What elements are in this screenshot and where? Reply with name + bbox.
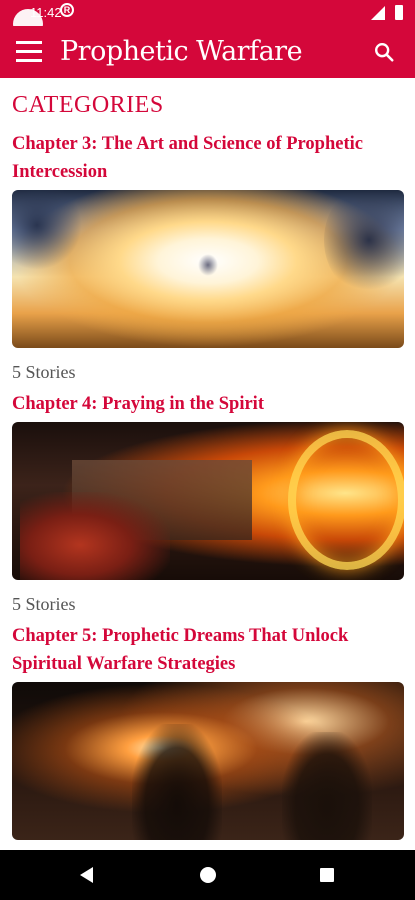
recents-icon[interactable] [320, 868, 334, 882]
back-icon[interactable] [80, 867, 93, 883]
chapter-title[interactable]: Chapter 5: Prophetic Dreams That Unlock … [12, 622, 402, 678]
chapter-thumbnail[interactable] [12, 422, 404, 580]
category-list[interactable]: CATEGORIES Chapter 3: The Art and Scienc… [0, 78, 415, 850]
story-count: 5 Stories [12, 362, 76, 382]
story-count: 5 Stories [12, 594, 76, 614]
chapter-title[interactable]: Chapter 4: Praying in the Spirit [12, 390, 402, 418]
chapter-thumbnail[interactable] [12, 682, 404, 840]
app-title: Prophetic Warfare [60, 36, 303, 67]
menu-icon[interactable] [16, 41, 42, 63]
system-nav-bar [0, 850, 415, 900]
battery-icon [395, 5, 403, 20]
status-bar: 11:42 R [0, 0, 415, 26]
signal-icon [371, 6, 385, 20]
section-heading: CATEGORIES [12, 92, 164, 118]
home-icon[interactable] [200, 867, 216, 883]
registered-icon: R [60, 3, 74, 17]
chapter-thumbnail[interactable] [12, 190, 404, 348]
search-icon[interactable] [373, 41, 395, 63]
app-bar: Prophetic Warfare [0, 26, 415, 78]
chapter-title[interactable]: Chapter 3: The Art and Science of Prophe… [12, 130, 402, 186]
